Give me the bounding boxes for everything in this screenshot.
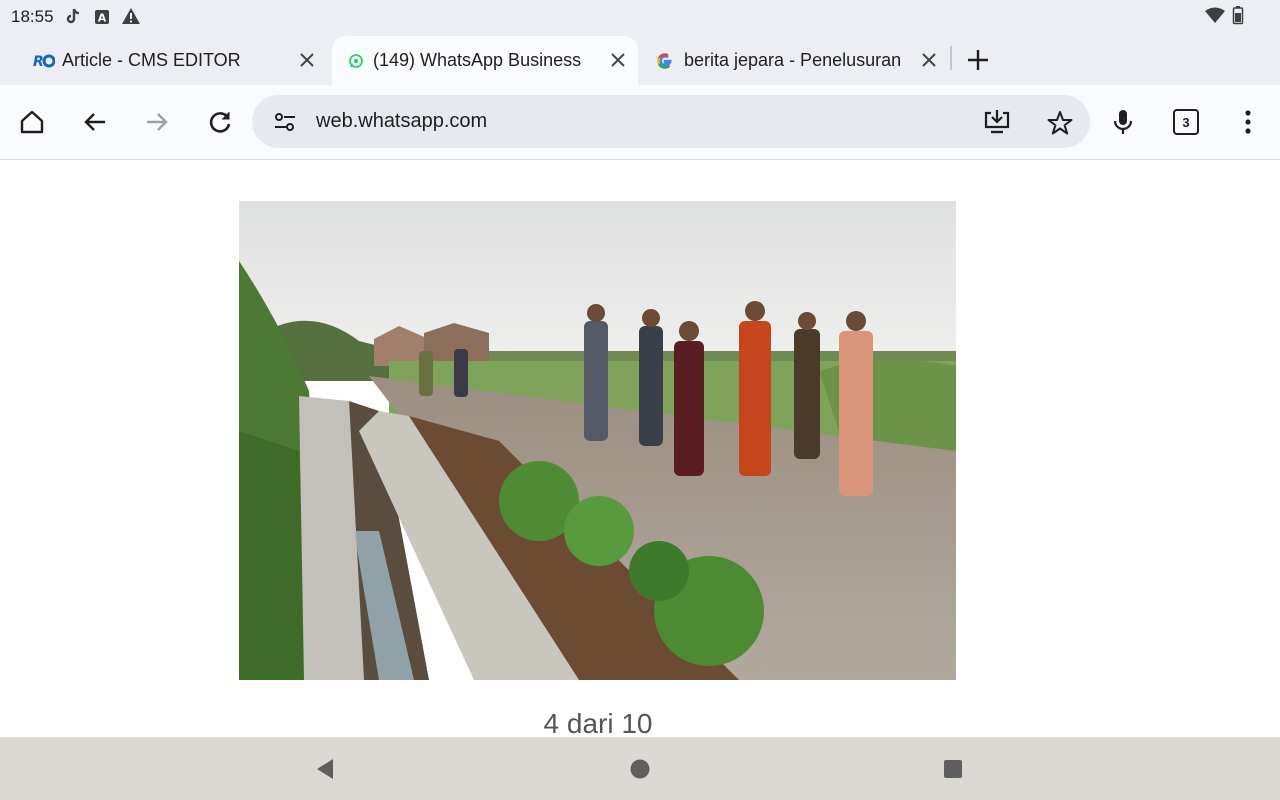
square-recents-icon: [944, 760, 962, 778]
warning-icon: [122, 8, 140, 24]
text-a-icon: A: [95, 10, 109, 25]
url-text[interactable]: web.whatsapp.com: [316, 110, 487, 133]
tab-divider: [950, 46, 952, 70]
reload-icon: [209, 112, 231, 133]
home-button[interactable]: [14, 104, 50, 140]
install-app-icon[interactable]: [982, 107, 1012, 137]
bookmark-star-icon[interactable]: [1046, 109, 1074, 137]
status-bar: 18:55 A: [0, 0, 1280, 34]
battery-icon: [1232, 6, 1244, 25]
tab-title: Article - CMS EDITOR: [62, 50, 241, 70]
tab-title: (149) WhatsApp Business: [373, 50, 582, 70]
menu-button[interactable]: [1230, 104, 1266, 140]
arrow-back-icon: [84, 113, 105, 131]
tab-count: 3: [1182, 114, 1190, 130]
svg-text:R: R: [33, 54, 44, 69]
status-time: 18:55: [11, 7, 54, 26]
tab-strip: R Article - CMS EDITOR (149) WhatsApp Bu…: [0, 34, 1280, 85]
back-button[interactable]: [77, 104, 113, 140]
tab-cms-editor[interactable]: R Article - CMS EDITOR: [22, 36, 322, 85]
tab-title: berita jepara - Penelusuran: [684, 50, 902, 70]
arrow-forward-icon: [147, 113, 168, 131]
new-tab-icon[interactable]: [964, 46, 992, 74]
close-tab-icon[interactable]: [919, 50, 939, 70]
nav-recents-button[interactable]: [940, 756, 966, 782]
more-vert-icon: [1245, 110, 1251, 134]
triangle-back-icon: [317, 759, 333, 779]
whatsapp-icon: [349, 54, 363, 68]
site-settings-icon[interactable]: [272, 109, 298, 135]
reload-button[interactable]: [202, 104, 238, 140]
close-tab-icon[interactable]: [608, 50, 628, 70]
home-icon: [20, 110, 44, 134]
media-photo[interactable]: [239, 201, 956, 680]
tab-google-search[interactable]: berita jepara - Penelusuran: [644, 36, 944, 85]
media-viewer: 4 dari 10: [0, 160, 1280, 737]
circle-home-icon: [630, 759, 650, 779]
tab-switcher-button[interactable]: 3: [1168, 104, 1204, 140]
omnibox[interactable]: web.whatsapp.com: [252, 95, 1090, 148]
wifi-icon: [1205, 7, 1225, 23]
media-counter: 4 dari 10: [543, 708, 653, 737]
forward-button[interactable]: [139, 104, 175, 140]
svg-text:A: A: [98, 12, 107, 25]
tiktok-icon: [66, 8, 80, 24]
voice-search-button[interactable]: [1105, 104, 1141, 140]
nav-back-button[interactable]: [312, 756, 338, 782]
tab-count-badge: 3: [1173, 109, 1199, 135]
toolbar: web.whatsapp.com 3: [0, 85, 1280, 160]
nav-home-button[interactable]: [627, 756, 653, 782]
system-nav-bar: [0, 737, 1280, 800]
close-tab-icon[interactable]: [297, 50, 317, 70]
photo-illustration: [239, 201, 956, 680]
google-icon: [657, 53, 672, 69]
ro-logo-icon: R: [33, 54, 55, 69]
microphone-icon: [1113, 110, 1133, 134]
tab-whatsapp[interactable]: (149) WhatsApp Business: [332, 36, 638, 85]
